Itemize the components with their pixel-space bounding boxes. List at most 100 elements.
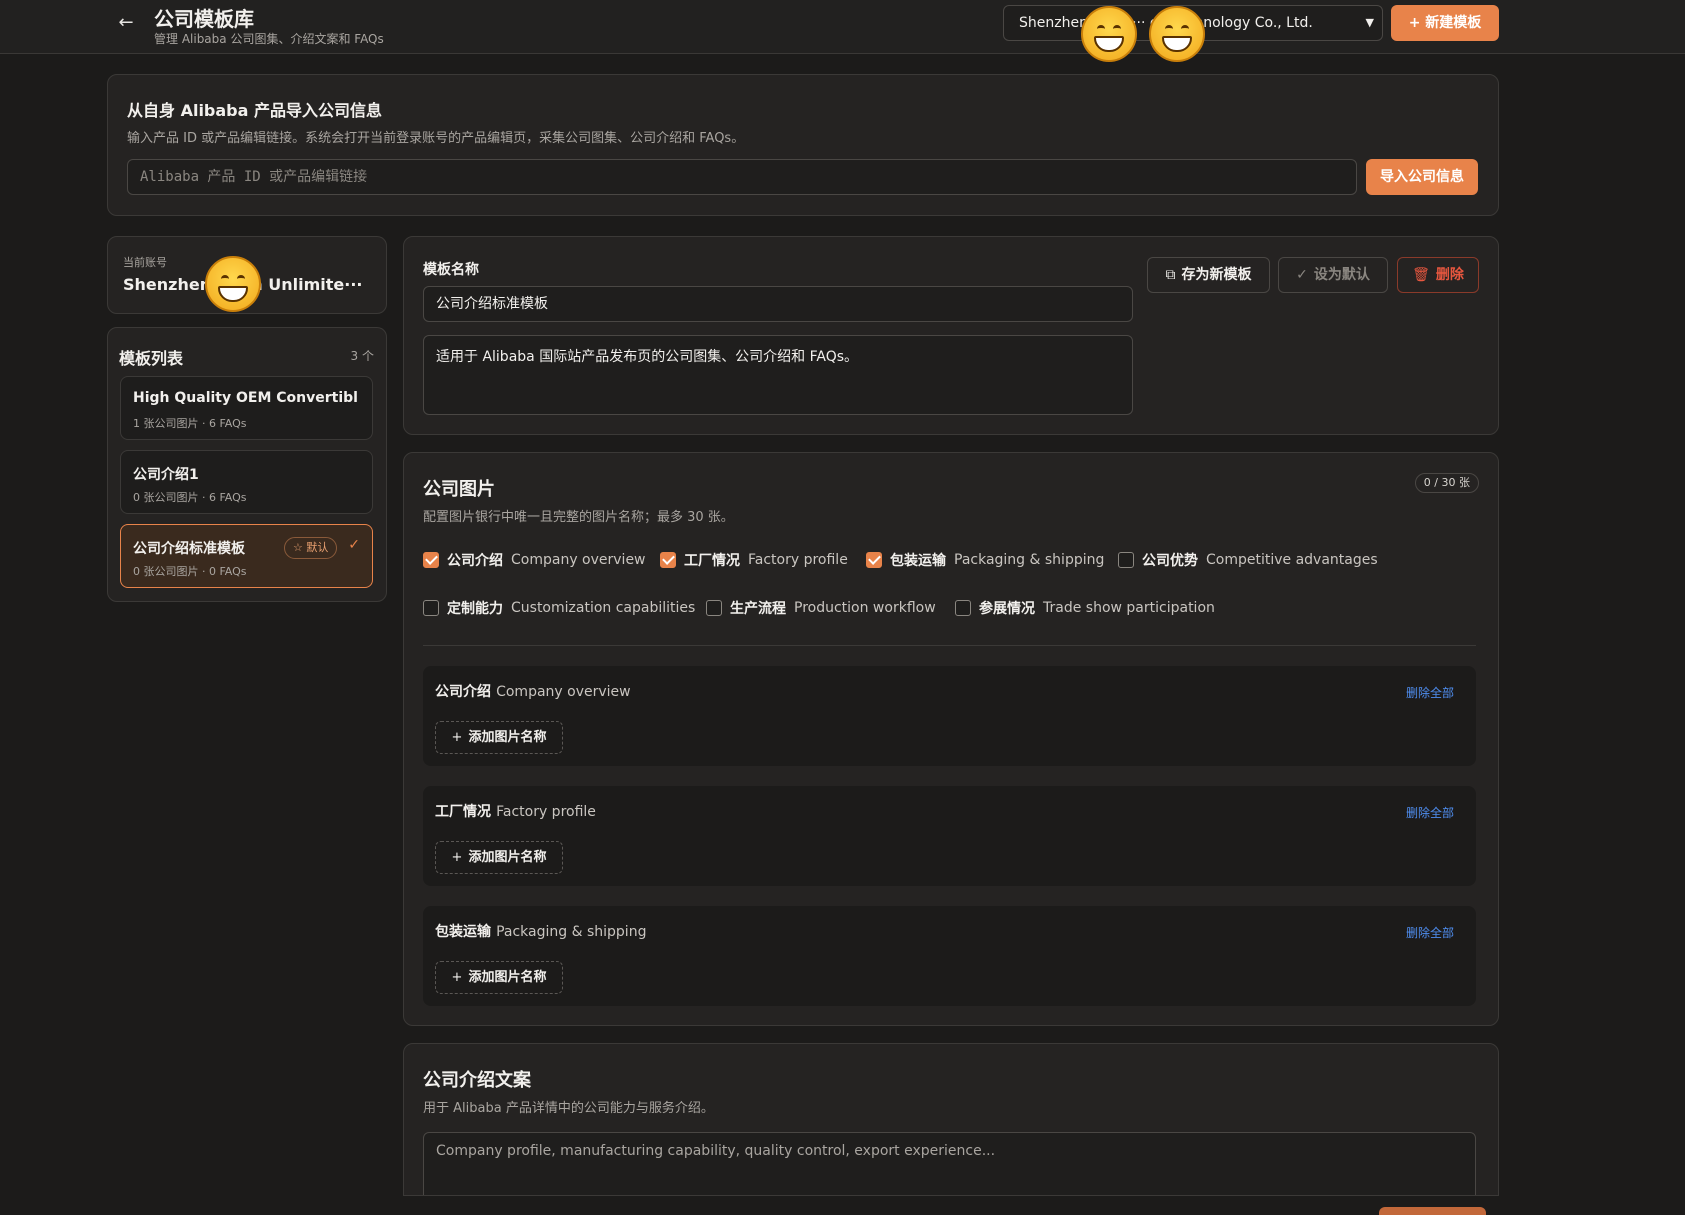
divider xyxy=(423,645,1476,646)
template-description-textarea[interactable]: 适用于 Alibaba 国际站产品发布页的公司图集、公司介绍和 FAQs。 xyxy=(423,335,1133,415)
category-checkbox[interactable]: 参展情况 Trade show participation xyxy=(955,597,1215,619)
add-image-name-label: 添加图片名称 xyxy=(468,970,547,985)
category-checkbox[interactable]: 生产流程 Production workflow xyxy=(706,597,936,619)
check-circle-icon: ✓ xyxy=(1296,267,1308,283)
company-intro-panel: 公司介绍文案 用于 Alibaba 产品详情中的公司能力与服务介绍。 Compa… xyxy=(403,1043,1499,1215)
checkbox-checked-icon xyxy=(660,552,676,568)
category-en: Competitive advantages xyxy=(1206,552,1378,568)
category-checkbox[interactable]: 公司优势 Competitive advantages xyxy=(1118,549,1378,571)
template-list-item[interactable]: 公司介绍1 0 张公司图片 · 6 FAQs xyxy=(120,450,373,514)
checkbox-icon xyxy=(423,600,439,616)
template-meta: 0 张公司图片 · 0 FAQs xyxy=(133,565,247,578)
company-images-title: 公司图片 xyxy=(423,479,495,500)
new-template-label: 新建模板 xyxy=(1425,15,1482,31)
category-zh: 公司优势 xyxy=(1142,553,1198,569)
template-list-title: 模板列表 xyxy=(119,349,184,368)
template-meta: 1 张公司图片 · 6 FAQs xyxy=(133,417,247,430)
image-counter-badge: 0 / 30 张 xyxy=(1414,473,1479,493)
template-name-input[interactable]: 公司介绍标准模板 xyxy=(423,286,1133,322)
image-group: 包装运输 Packaging & shipping 删除全部 + 添加图片名称 xyxy=(423,906,1476,1006)
template-list-item[interactable]: High Quality OEM Convertible ··· 1 张公司图片… xyxy=(120,376,373,440)
top-bar: ← 公司模板库 管理 Alibaba 公司图集、介绍文案和 FAQs Shenz… xyxy=(0,0,1685,54)
template-editor-panel: 模板名称 公司介绍标准模板 适用于 Alibaba 国际站产品发布页的公司图集、… xyxy=(403,236,1499,435)
save-as-new-button[interactable]: ⧉ 存为新模板 xyxy=(1147,257,1270,293)
add-image-name-button[interactable]: + 添加图片名称 xyxy=(435,961,563,994)
remove-all-link[interactable]: 删除全部 xyxy=(1406,924,1454,941)
template-name: 公司介绍1 xyxy=(133,467,199,483)
template-name-label: 模板名称 xyxy=(423,262,479,278)
account-label: 当前账号 xyxy=(123,256,167,269)
category-en: Production workflow xyxy=(794,600,936,616)
grinning-emoji-icon xyxy=(1149,6,1205,62)
category-zh: 定制能力 xyxy=(447,601,503,617)
category-en: Customization capabilities xyxy=(511,600,696,616)
category-en: Company overview xyxy=(511,552,646,568)
add-image-name-button[interactable]: + 添加图片名称 xyxy=(435,721,563,754)
category-zh: 包装运输 xyxy=(890,553,946,569)
category-zh: 工厂情况 xyxy=(684,553,740,569)
add-image-name-label: 添加图片名称 xyxy=(468,850,547,865)
company-images-panel: 公司图片 配置图片银行中唯一且完整的图片名称；最多 30 张。 0 / 30 张… xyxy=(403,452,1499,1026)
delete-label: 删除 xyxy=(1435,267,1464,283)
category-en: Trade show participation xyxy=(1043,600,1215,616)
set-default-button[interactable]: ✓ 设为默认 xyxy=(1278,257,1388,293)
template-name: High Quality OEM Convertible ··· xyxy=(133,390,358,406)
group-zh: 公司介绍 xyxy=(435,684,491,700)
image-group-title: 包装运输 Packaging & shipping xyxy=(435,921,646,941)
default-badge-label: 默认 xyxy=(306,541,329,554)
group-en: Company overview xyxy=(496,684,631,700)
category-checkbox[interactable]: 公司介绍 Company overview xyxy=(423,549,646,571)
plus-icon: + xyxy=(451,850,463,865)
template-count: 3 个 xyxy=(350,349,374,363)
remove-all-link[interactable]: 删除全部 xyxy=(1406,804,1454,821)
remove-all-link[interactable]: 删除全部 xyxy=(1406,684,1454,701)
back-arrow-icon[interactable]: ← xyxy=(114,12,138,36)
import-button[interactable]: 导入公司信息 xyxy=(1366,159,1478,195)
image-group: 公司介绍 Company overview 删除全部 + 添加图片名称 xyxy=(423,666,1476,766)
company-intro-title: 公司介绍文案 xyxy=(423,1070,531,1091)
plus-icon: + xyxy=(451,730,463,745)
set-default-label: 设为默认 xyxy=(1313,267,1370,283)
group-zh: 工厂情况 xyxy=(435,804,491,820)
grinning-emoji-icon xyxy=(1081,6,1137,62)
category-en: Factory profile xyxy=(748,552,848,568)
category-checkbox[interactable]: 包装运输 Packaging & shipping xyxy=(866,549,1104,571)
checkbox-checked-icon xyxy=(423,552,439,568)
company-images-description: 配置图片银行中唯一且完整的图片名称；最多 30 张。 xyxy=(423,510,734,525)
import-title: 从自身 Alibaba 产品导入公司信息 xyxy=(127,101,382,120)
delete-button[interactable]: 🗑 删除 xyxy=(1397,257,1479,293)
product-id-input[interactable]: Alibaba 产品 ID 或产品编辑链接 xyxy=(127,159,1357,195)
image-group: 工厂情况 Factory profile 删除全部 + 添加图片名称 xyxy=(423,786,1476,886)
checkbox-checked-icon xyxy=(866,552,882,568)
category-zh: 参展情况 xyxy=(979,601,1035,617)
plus-icon: + xyxy=(451,970,463,985)
sticky-footer xyxy=(403,1195,1499,1215)
trash-icon: 🗑 xyxy=(1412,267,1430,283)
category-checkbox[interactable]: 工厂情况 Factory profile xyxy=(660,549,848,571)
image-group-title: 公司介绍 Company overview xyxy=(435,681,631,701)
chevron-down-icon: ▼ xyxy=(1365,16,1374,29)
template-meta: 0 张公司图片 · 6 FAQs xyxy=(133,491,247,504)
add-image-name-label: 添加图片名称 xyxy=(468,730,547,745)
category-checkbox[interactable]: 定制能力 Customization capabilities xyxy=(423,597,695,619)
plus-icon: + xyxy=(1408,15,1426,31)
import-panel: 从自身 Alibaba 产品导入公司信息 输入产品 ID 或产品编辑链接。系统会… xyxy=(107,74,1499,216)
check-icon: ✓ xyxy=(348,537,360,553)
star-icon: ☆ xyxy=(293,541,307,554)
template-list-panel: 模板列表 3 个 High Quality OEM Convertible ··… xyxy=(107,327,387,602)
group-en: Factory profile xyxy=(496,804,596,820)
copy-icon: ⧉ xyxy=(1165,267,1176,283)
add-image-name-button[interactable]: + 添加图片名称 xyxy=(435,841,563,874)
category-zh: 生产流程 xyxy=(730,601,786,617)
new-template-button[interactable]: + 新建模板 xyxy=(1391,5,1499,41)
company-intro-description: 用于 Alibaba 产品详情中的公司能力与服务介绍。 xyxy=(423,1101,714,1116)
company-intro-textarea[interactable]: Company profile, manufacturing capabilit… xyxy=(423,1132,1476,1202)
group-zh: 包装运输 xyxy=(435,924,491,940)
template-list-item-active[interactable]: 公司介绍标准模板 0 张公司图片 · 0 FAQs ☆ 默认 ✓ xyxy=(120,524,373,588)
save-button[interactable] xyxy=(1379,1207,1486,1215)
checkbox-icon xyxy=(1118,552,1134,568)
page-subtitle: 管理 Alibaba 公司图集、介绍文案和 FAQs xyxy=(154,32,384,46)
group-en: Packaging & shipping xyxy=(496,924,647,940)
category-zh: 公司介绍 xyxy=(447,553,503,569)
import-description: 输入产品 ID 或产品编辑链接。系统会打开当前登录账号的产品编辑页，采集公司图集… xyxy=(127,131,745,146)
